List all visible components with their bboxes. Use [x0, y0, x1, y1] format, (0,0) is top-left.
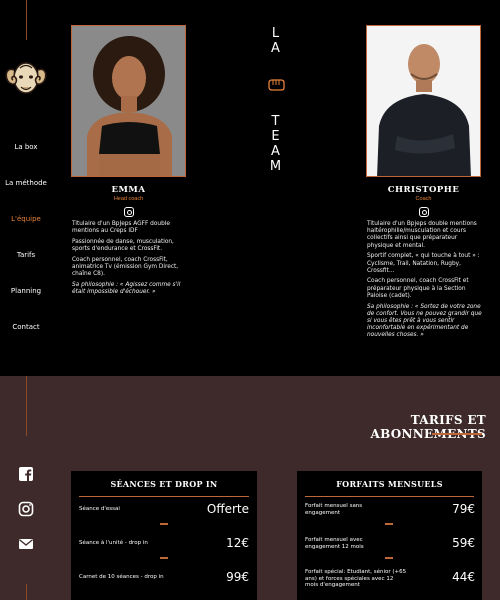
seances-row-3-label: Carnet de 10 séances - drop in — [79, 574, 164, 580]
panel-seances-divider — [79, 496, 249, 497]
seances-divider-1 — [160, 523, 168, 525]
forfaits-divider-1 — [385, 523, 393, 525]
christophe-bio-4: Sa philosophie : « Sortez de votre zone … — [367, 303, 482, 339]
nav-planning[interactable]: Planning — [0, 287, 52, 295]
christophe-bio-2: Sportif complet, « qui touche à tout » :… — [367, 253, 480, 274]
emma-name: EMMA — [111, 185, 146, 195]
christophe-photo — [366, 25, 481, 177]
panel-seances: SÉANCES ET DROP IN Séance d'essai Offert… — [71, 471, 257, 600]
emma-bio-4: Sa philosophie : « Agissez comme s'il ét… — [72, 281, 181, 296]
sidebar-divider — [26, 0, 27, 40]
pricing-section: TARIFS ET ABONNEMENTS SÉANCES ET DROP IN… — [0, 376, 500, 600]
seances-divider-2 — [160, 557, 168, 559]
panel-seances-title: SÉANCES ET DROP IN — [110, 479, 218, 489]
seances-row-3-price: 99€ — [226, 570, 249, 584]
forfaits-divider-2 — [385, 557, 393, 559]
seances-row-2-label: Séance à l'unité - drop in — [79, 540, 148, 546]
nav-contact[interactable]: Contact — [0, 323, 52, 331]
fist-icon — [267, 78, 285, 91]
emma-bio-3: Coach personnel, coach CrossFit, animatr… — [72, 256, 179, 278]
forfaits-row-3-price: 44€ — [452, 570, 475, 584]
pricing-title-underline — [432, 433, 482, 435]
panel-forfaits: FORFAITS MENSUELS Forfait mensuel sans e… — [297, 471, 482, 600]
panel-forfaits-divider — [305, 496, 474, 497]
forfaits-row-3-label: Forfait spécial: Etudiant, sénior (+65 a… — [305, 569, 407, 588]
nav-tarifs[interactable]: Tarifs — [0, 251, 52, 259]
christophe-role: Coach — [415, 196, 432, 202]
emma-instagram-icon[interactable] — [124, 207, 134, 217]
forfaits-row-1-price: 79€ — [452, 502, 475, 516]
seances-row-2-price: 12€ — [226, 536, 249, 550]
team-section: La box La méthode L'équipe Tarifs Planni… — [0, 0, 500, 376]
seances-row-1-label: Séance d'essai — [79, 506, 120, 512]
christophe-bio-1: Titulaire d'un Bpjeps double mentions ha… — [367, 221, 477, 249]
ram-logo[interactable] — [2, 48, 50, 100]
team-title-l: L — [271, 26, 281, 41]
emma-bio: Titulaire d'un BpJeps AGFF double mentio… — [72, 221, 188, 300]
sidebar: La box La méthode L'équipe Tarifs Planni… — [0, 0, 52, 376]
forfaits-row-2-price: 59€ — [452, 536, 475, 550]
panel-forfaits-title: FORFAITS MENSUELS — [336, 479, 443, 489]
christophe-name: CHRISTOPHE — [387, 185, 460, 195]
forfaits-row-2-label: Forfait mensuel avec engagement 12 mois — [305, 537, 364, 550]
sidebar-divider-bottom — [26, 584, 27, 600]
forfaits-row-1-label: Forfait mensuel sans engagement — [305, 503, 363, 516]
christophe-bio: Titulaire d'un Bpjeps double mentions ha… — [367, 221, 485, 343]
emma-role: Head coach — [113, 196, 144, 202]
facebook-icon[interactable] — [18, 466, 34, 482]
emma-bio-2: Passionnée de danse, musculation, sports… — [72, 238, 174, 253]
nav-la-methode[interactable]: La méthode — [0, 179, 52, 187]
team-title-a2: A — [271, 144, 281, 159]
pricing-title: TARIFS ET ABONNEMENTS — [370, 413, 486, 441]
team-title-m: M — [269, 159, 283, 174]
email-icon[interactable] — [18, 536, 34, 552]
nav-equipe[interactable]: L'équipe — [0, 215, 52, 223]
christophe-bio-3: Coach personnel, coach CrossFit et prépa… — [367, 278, 469, 299]
nav-la-box[interactable]: La box — [0, 143, 52, 151]
instagram-icon[interactable] — [18, 501, 34, 517]
team-title-a: A — [271, 41, 281, 56]
christophe-instagram-icon[interactable] — [419, 207, 429, 217]
seances-row-1-price: Offerte — [206, 502, 249, 516]
emma-bio-1: Titulaire d'un BpJeps AGFF double mentio… — [72, 221, 170, 235]
team-title-t: T — [271, 114, 281, 129]
team-title-e: E — [271, 129, 281, 144]
sidebar-divider-top — [26, 376, 27, 436]
emma-photo — [71, 25, 186, 177]
